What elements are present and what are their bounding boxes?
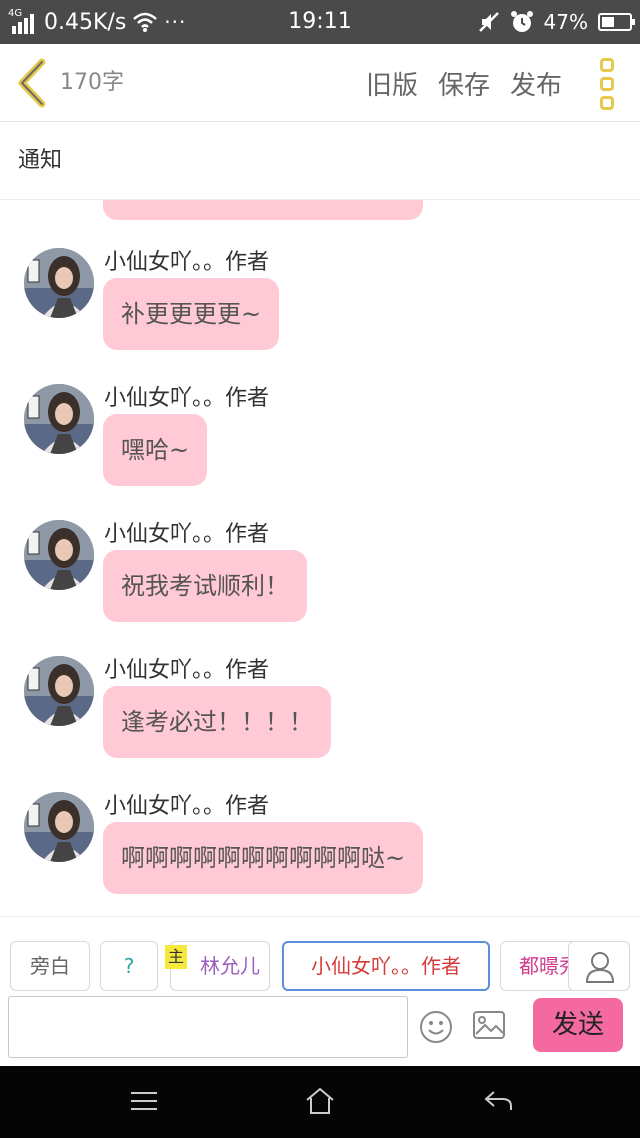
message-bubble[interactable]: 补更更更更~ <box>103 278 280 350</box>
word-count: 170字 <box>60 70 124 95</box>
message-input[interactable] <box>8 996 408 1058</box>
message-bubble-partial[interactable] <box>103 200 423 220</box>
avatar[interactable] <box>24 520 94 590</box>
chat-message: 小仙女吖。。作者 啊啊啊啊啊啊啊啊啊啊哒~ <box>0 788 640 916</box>
emoji-icon[interactable] <box>419 1010 453 1044</box>
publish-button[interactable]: 发布 <box>510 65 562 102</box>
avatar[interactable] <box>24 248 94 318</box>
chat-message: 小仙女吖。。作者 逢考必过！！！！ <box>0 652 640 788</box>
send-button[interactable]: 发送 <box>533 998 623 1052</box>
editor-header: 170字 旧版 保存 发布 <box>0 44 640 122</box>
battery-percent: 47% <box>543 10 588 34</box>
notice-label: 通知 <box>18 148 63 173</box>
system-nav-bar <box>0 1066 640 1138</box>
save-button[interactable]: 保存 <box>438 65 490 102</box>
chat-message: 小仙女吖。。作者 补更更更更~ <box>0 244 640 380</box>
avatar[interactable] <box>24 792 94 862</box>
old-version-button[interactable]: 旧版 <box>366 65 418 102</box>
more-menu-icon[interactable] <box>596 58 618 110</box>
author-name: 小仙女吖。。作者 <box>104 386 270 411</box>
role-question[interactable]: ? <box>100 941 158 991</box>
message-bubble[interactable]: 逢考必过！！！！ <box>103 686 331 758</box>
battery-icon <box>598 13 635 31</box>
author-name: 小仙女吖。。作者 <box>104 794 270 819</box>
battery-fill <box>602 17 615 27</box>
composer: 发送 <box>0 996 640 1066</box>
role-author-selected[interactable]: 小仙女吖。。作者 <box>282 941 490 991</box>
back-icon[interactable] <box>482 1088 514 1114</box>
avatar[interactable] <box>24 384 94 454</box>
person-icon <box>585 952 615 983</box>
main-role-badge: 主 <box>165 945 187 969</box>
message-bubble[interactable]: 啊啊啊啊啊啊啊啊啊啊哒~ <box>103 822 424 894</box>
menu-icon[interactable] <box>128 1088 160 1114</box>
message-bubble[interactable]: 嘿哈~ <box>103 414 208 486</box>
status-right: 47% <box>478 0 635 44</box>
image-icon[interactable] <box>472 1010 506 1040</box>
header-actions: 旧版 保存 发布 <box>366 44 562 122</box>
message-bubble[interactable]: 祝我考试顺利！ <box>103 550 307 622</box>
chat-message: 小仙女吖。。作者 祝我考试顺利！ <box>0 516 640 652</box>
status-bar: 4G 0.45K/s ··· 19:11 47% <box>0 0 640 44</box>
home-icon[interactable] <box>304 1086 336 1116</box>
author-name: 小仙女吖。。作者 <box>104 658 270 683</box>
add-role-button[interactable] <box>568 941 630 991</box>
role-narration[interactable]: 旁白 <box>10 941 90 991</box>
back-chevron-icon[interactable] <box>14 58 54 108</box>
chat-message: 小仙女吖。。作者 嘿哈~ <box>0 380 640 516</box>
alarm-icon <box>510 11 533 32</box>
author-name: 小仙女吖。。作者 <box>104 250 270 275</box>
author-name: 小仙女吖。。作者 <box>104 522 270 547</box>
mute-icon <box>478 12 499 32</box>
chat-list[interactable]: 小仙女吖。。作者 补更更更更~ 小仙女吖。。作者 嘿哈~ 小仙女吖。。作者 祝我… <box>0 200 640 916</box>
role-selector: 旁白 ? 林允儿 小仙女吖。。作者 都暻秀 主 <box>0 916 640 996</box>
notice-row[interactable]: 通知 <box>0 122 640 200</box>
avatar[interactable] <box>24 656 94 726</box>
